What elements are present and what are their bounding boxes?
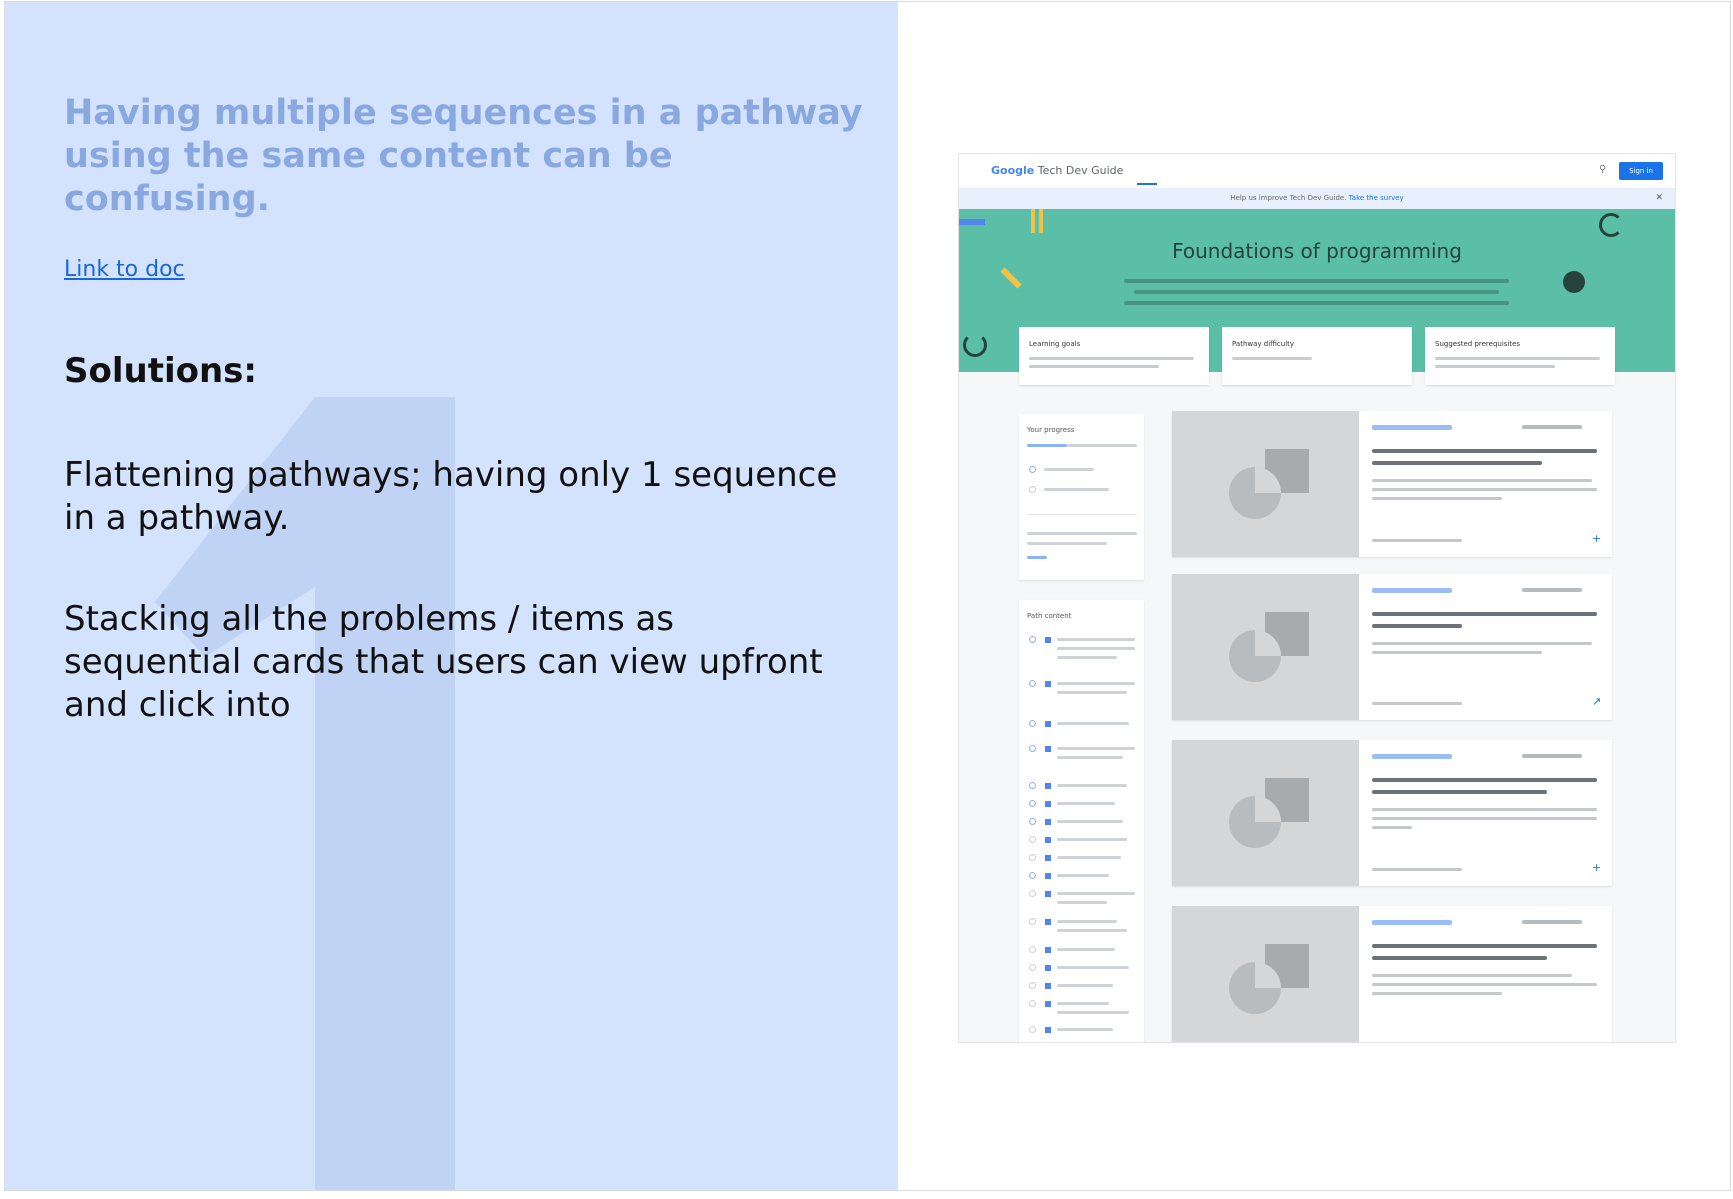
preview-problem-card: ↗ <box>1172 574 1612 720</box>
preview-problem-card: + <box>1172 740 1612 886</box>
link-to-doc[interactable]: Link to doc <box>64 257 185 282</box>
preview-content-panel: Path content <box>1019 600 1144 1042</box>
hero-text-line <box>1124 301 1509 305</box>
preview-sign-in-button: Sign in <box>1619 162 1663 180</box>
preview-info-card: Suggested prerequisites <box>1425 327 1615 385</box>
preview-info-card: Learning goals <box>1019 327 1209 385</box>
image-placeholder-icon <box>1229 612 1309 682</box>
placeholder-image <box>1172 906 1359 1042</box>
search-icon: ⚲ <box>1599 164 1607 175</box>
hero-text-line <box>1134 290 1499 294</box>
preview-hero-title: Foundations of programming <box>1172 239 1462 263</box>
slide: Having multiple sequences in a pathway u… <box>4 1 1731 1191</box>
placeholder-image <box>1172 740 1359 886</box>
hero-text-line <box>1124 279 1509 283</box>
plus-icon: + <box>1592 532 1602 545</box>
hero-shape <box>1039 209 1043 233</box>
plus-icon: + <box>1592 861 1602 874</box>
image-placeholder-icon <box>1229 449 1309 519</box>
close-icon: ✕ <box>1655 193 1663 203</box>
preview-progress-panel: Your progress <box>1019 414 1144 580</box>
pathway-page-screenshot: Google Tech Dev Guide ⚲ Sign in Help us … <box>958 153 1676 1043</box>
hero-shape <box>963 333 987 357</box>
hero-shape <box>1000 267 1022 289</box>
preview-survey-banner: Help us improve Tech Dev Guide. Take the… <box>959 188 1675 209</box>
placeholder-image <box>1172 411 1359 557</box>
preview-info-card: Pathway difficulty <box>1222 327 1412 385</box>
preview-logo: Google Tech Dev Guide <box>991 164 1124 177</box>
preview-problem-card: + <box>1172 411 1612 557</box>
hero-shape <box>959 219 985 225</box>
solutions-title: Solutions: <box>64 351 258 391</box>
preview-tab-active <box>1137 166 1158 185</box>
solution-stack-cards: Stacking all the problems / items as seq… <box>64 599 823 725</box>
left-panel: Having multiple sequences in a pathway u… <box>5 2 898 1190</box>
share-icon: ↗ <box>1592 695 1602 708</box>
solution-flatten-pathways: Flattening pathways; having only 1 seque… <box>64 455 838 538</box>
preview-problem-card <box>1172 906 1612 1042</box>
hero-shape <box>1031 209 1035 233</box>
hero-shape <box>1563 271 1585 293</box>
placeholder-image <box>1172 574 1359 720</box>
image-placeholder-icon <box>1229 778 1309 848</box>
hero-shape <box>1599 213 1623 237</box>
preview-top-nav: Google Tech Dev Guide ⚲ Sign in <box>959 154 1675 189</box>
headline: Having multiple sequences in a pathway u… <box>64 93 863 219</box>
image-placeholder-icon <box>1229 944 1309 1014</box>
